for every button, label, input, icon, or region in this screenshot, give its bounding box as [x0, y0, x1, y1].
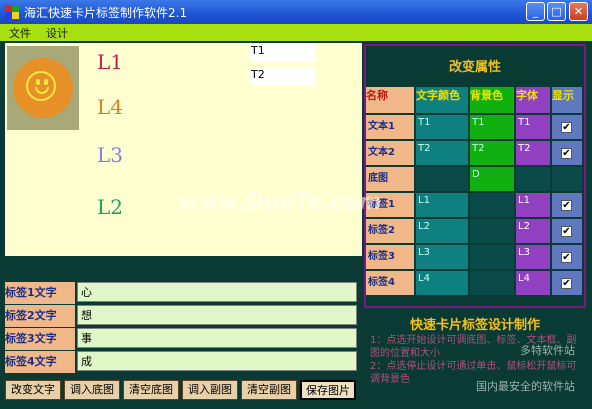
prop-bg-color-2[interactable]: T2 — [470, 141, 514, 165]
prop-visible-6[interactable]: ✔ — [552, 245, 582, 269]
label1-name: 标签1文字 — [5, 282, 75, 304]
prop-bg-color-1[interactable]: T1 — [470, 115, 514, 139]
prop-font-1[interactable]: T1 — [516, 115, 550, 139]
window-title: 海汇快速卡片标签制作软件2.1 — [24, 6, 188, 20]
smiley-icon — [13, 58, 73, 118]
label2-row: 标签2文字 想 — [5, 305, 362, 327]
clear-sub-image-button[interactable]: 清空副图 — [241, 380, 297, 400]
prop-text-color-5[interactable]: L2 — [416, 219, 468, 243]
properties-title: 改变属性 — [448, 60, 501, 75]
preview-label-l1[interactable]: L1 — [97, 50, 123, 74]
card-preview[interactable]: L1 L4 L3 L2 T1 T2 — [5, 43, 362, 256]
title-bar: 海汇快速卡片标签制作软件2.1 _ □ ✕ — [0, 0, 592, 24]
prop-name-1: 文本1 — [366, 115, 414, 139]
label4-row: 标签4文字 成 — [5, 351, 362, 373]
prop-bg-color-7[interactable] — [470, 271, 514, 295]
menu-file[interactable]: 文件 — [9, 25, 31, 41]
label2-name: 标签2文字 — [5, 305, 75, 327]
visible-checkbox-7[interactable]: ✔ — [561, 278, 572, 289]
prop-font-6[interactable]: L3 — [516, 245, 550, 269]
menu-design[interactable]: 设计 — [46, 25, 68, 41]
app-icon — [5, 5, 19, 19]
sub-image[interactable] — [7, 46, 79, 130]
prop-bg-color-3[interactable]: D — [470, 167, 514, 191]
visible-checkbox-1[interactable]: ✔ — [561, 122, 572, 133]
header-visible: 显示 — [552, 87, 582, 113]
prop-font-2[interactable]: T2 — [516, 141, 550, 165]
label3-input[interactable]: 事 — [77, 328, 357, 348]
prop-visible-4[interactable]: ✔ — [552, 193, 582, 217]
prop-name-3: 底图 — [366, 167, 414, 191]
preview-label-l2[interactable]: L2 — [97, 195, 123, 219]
label3-row: 标签3文字 事 — [5, 328, 362, 350]
prop-name-7: 标签4 — [366, 271, 414, 295]
visible-checkbox-2[interactable]: ✔ — [561, 148, 572, 159]
visible-checkbox-5[interactable]: ✔ — [561, 226, 572, 237]
visible-checkbox-6[interactable]: ✔ — [561, 252, 572, 263]
prop-visible-3[interactable] — [552, 167, 582, 191]
prop-text-color-1[interactable]: T1 — [416, 115, 468, 139]
label4-input[interactable]: 成 — [77, 351, 357, 371]
change-text-button[interactable]: 改变文字 — [5, 380, 61, 400]
header-font: 字体 — [516, 87, 550, 113]
preview-label-l3[interactable]: L3 — [97, 143, 123, 167]
watermark-sub2: 国内最安全的软件站 — [476, 380, 575, 393]
prop-visible-2[interactable]: ✔ — [552, 141, 582, 165]
prop-text-color-6[interactable]: L3 — [416, 245, 468, 269]
label1-input[interactable]: 心 — [77, 282, 357, 302]
preview-label-l4[interactable]: L4 — [97, 95, 123, 119]
footer-title: 快速卡片标签设计制作 — [409, 318, 540, 333]
preview-text-t2[interactable]: T2 — [249, 67, 315, 86]
prop-visible-1[interactable]: ✔ — [552, 115, 582, 139]
prop-font-3[interactable] — [516, 167, 550, 191]
preview-text-t1[interactable]: T1 — [249, 43, 315, 62]
maximize-button[interactable]: □ — [547, 2, 566, 21]
prop-text-color-2[interactable]: T2 — [416, 141, 468, 165]
header-name: 名称 — [366, 87, 414, 113]
prop-bg-color-6[interactable] — [470, 245, 514, 269]
clear-background-button[interactable]: 清空底图 — [123, 380, 179, 400]
close-button[interactable]: ✕ — [569, 2, 588, 21]
load-sub-image-button[interactable]: 调入副图 — [182, 380, 238, 400]
visible-checkbox-4[interactable]: ✔ — [561, 200, 572, 211]
prop-name-6: 标签3 — [366, 245, 414, 269]
prop-visible-5[interactable]: ✔ — [552, 219, 582, 243]
prop-font-5[interactable]: L2 — [516, 219, 550, 243]
prop-visible-7[interactable]: ✔ — [552, 271, 582, 295]
prop-text-color-3[interactable] — [416, 167, 468, 191]
header-text-color: 文字颜色 — [416, 87, 468, 113]
prop-name-5: 标签2 — [366, 219, 414, 243]
prop-text-color-7[interactable]: L4 — [416, 271, 468, 295]
label4-name: 标签4文字 — [5, 351, 75, 373]
minimize-button[interactable]: _ — [526, 2, 545, 21]
prop-font-7[interactable]: L4 — [516, 271, 550, 295]
load-background-button[interactable]: 调入底图 — [64, 380, 120, 400]
watermark-main: www.DuoTe.com — [178, 190, 382, 215]
label2-input[interactable]: 想 — [77, 305, 357, 325]
save-image-button[interactable]: 保存图片 — [300, 380, 356, 400]
watermark-sub1: 多特软件站 — [520, 344, 575, 357]
prop-name-2: 文本2 — [366, 141, 414, 165]
label3-name: 标签3文字 — [5, 328, 75, 350]
prop-text-color-4[interactable]: L1 — [416, 193, 468, 217]
prop-font-4[interactable]: L1 — [516, 193, 550, 217]
menu-bar: 文件 设计 — [0, 24, 592, 41]
properties-panel: 改变属性 名称 文字颜色 背景色 字体 显示 文本1 T1 T1 T1 ✔ 文本2 T2 T2… — [364, 44, 586, 308]
label1-row: 标签1文字 心 — [5, 282, 362, 304]
header-bg-color: 背景色 — [470, 87, 514, 113]
prop-bg-color-5[interactable] — [470, 219, 514, 243]
prop-bg-color-4[interactable] — [470, 193, 514, 217]
